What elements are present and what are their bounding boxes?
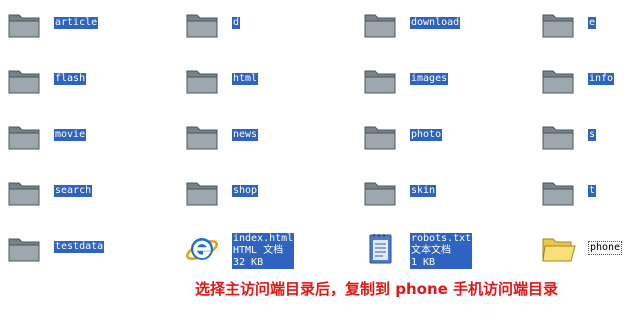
- folder-info[interactable]: info: [534, 56, 630, 104]
- folder-icon: [542, 182, 574, 206]
- file-kind: 文本文档: [411, 245, 451, 256]
- open-folder-icon: [542, 238, 576, 262]
- file-index-html[interactable]: index.html HTML 文档 32 KB: [178, 224, 338, 272]
- folder-d[interactable]: d: [178, 0, 338, 48]
- folder-shop[interactable]: shop: [178, 168, 338, 216]
- item-label: index.html HTML 文档 32 KB: [232, 233, 295, 269]
- folder-icon: [542, 14, 574, 38]
- folder-photo[interactable]: photo: [356, 112, 516, 160]
- folder-images[interactable]: images: [356, 56, 516, 104]
- item-label: robots.txt 文本文档 1 KB: [410, 233, 473, 269]
- ie-file-icon: [186, 238, 218, 260]
- item-label: search: [54, 185, 93, 197]
- folder-icon: [364, 182, 396, 206]
- item-label: d: [232, 17, 241, 29]
- folder-icon: [542, 70, 574, 94]
- folder-icon: [8, 238, 40, 262]
- folder-movie[interactable]: movie: [0, 112, 160, 160]
- item-label: movie: [54, 129, 87, 141]
- item-label: shop: [232, 185, 259, 197]
- folder-html[interactable]: html: [178, 56, 338, 104]
- item-label: e: [588, 17, 597, 29]
- folder-icon: [8, 14, 40, 38]
- file-robots-txt[interactable]: robots.txt 文本文档 1 KB: [356, 224, 516, 272]
- item-label: photo: [410, 129, 443, 141]
- item-label: html: [232, 73, 259, 85]
- folder-skin[interactable]: skin: [356, 168, 516, 216]
- item-label: s: [588, 129, 597, 141]
- folder-flash[interactable]: flash: [0, 56, 160, 104]
- file-name: index.html: [233, 233, 294, 244]
- folder-testdata[interactable]: testdata: [0, 224, 160, 272]
- item-label: news: [232, 129, 259, 141]
- item-label: images: [410, 73, 449, 85]
- item-label: testdata: [54, 241, 105, 253]
- folder-s[interactable]: s: [534, 112, 630, 160]
- folder-download[interactable]: download: [356, 0, 516, 48]
- folder-icon: [364, 14, 396, 38]
- folder-article[interactable]: article: [0, 0, 160, 48]
- item-label: download: [410, 17, 461, 29]
- item-label: info: [588, 73, 615, 85]
- item-label: t: [588, 185, 597, 197]
- folder-icon: [186, 126, 218, 150]
- folder-icon: [8, 182, 40, 206]
- folder-icon: [8, 70, 40, 94]
- folder-search[interactable]: search: [0, 168, 160, 216]
- item-label: article: [54, 17, 99, 29]
- folder-icon: [8, 126, 40, 150]
- file-size: 1 KB: [411, 257, 436, 268]
- folder-news[interactable]: news: [178, 112, 338, 160]
- folder-e[interactable]: e: [534, 0, 630, 48]
- instruction-caption: 选择主访问端目录后，复制到 phone 手机访问端目录: [195, 280, 559, 298]
- folder-icon: [364, 126, 396, 150]
- file-name: robots.txt: [411, 233, 472, 244]
- folder-icon: [186, 182, 218, 206]
- folder-t[interactable]: t: [534, 168, 630, 216]
- file-size: 32 KB: [233, 257, 264, 268]
- folder-icon: [186, 14, 218, 38]
- folder-icon: [364, 70, 396, 94]
- file-kind: HTML 文档: [233, 245, 284, 256]
- item-label: skin: [410, 185, 437, 197]
- item-label: phone: [588, 241, 623, 255]
- notepad-icon: [369, 234, 392, 264]
- folder-icon: [542, 126, 574, 150]
- item-label: flash: [54, 73, 87, 85]
- folder-phone[interactable]: phone: [534, 224, 630, 272]
- folder-icon: [186, 70, 218, 94]
